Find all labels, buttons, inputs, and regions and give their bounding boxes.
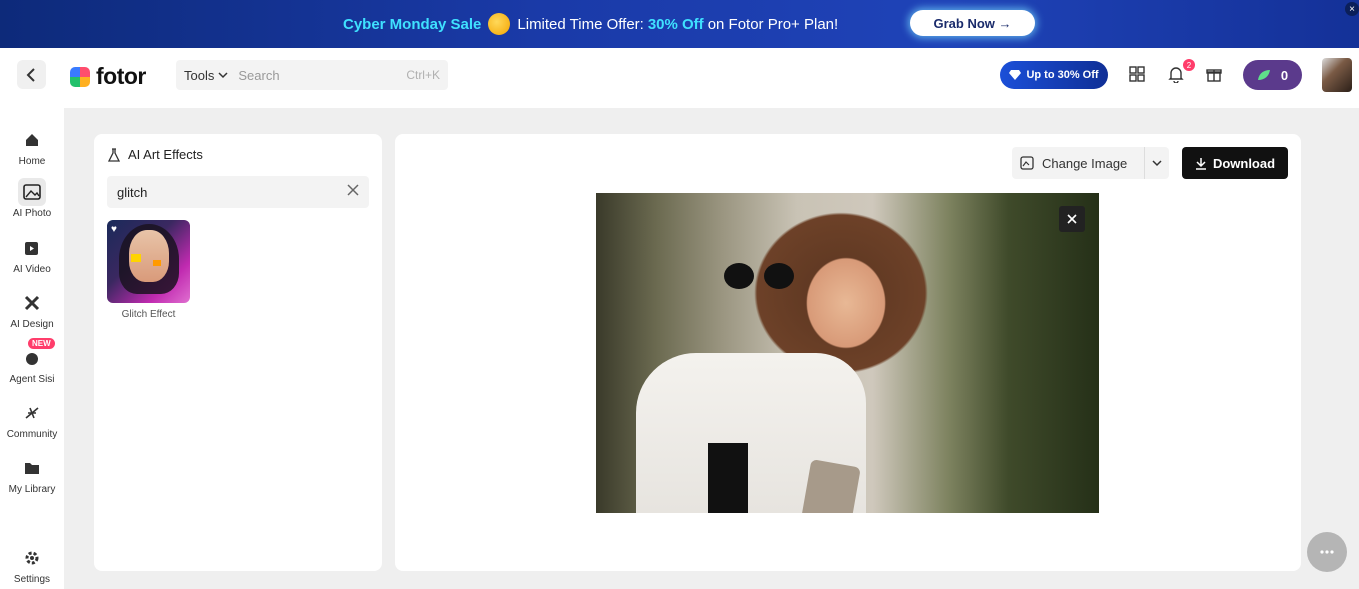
photo-phone: [801, 459, 861, 513]
back-button[interactable]: [17, 60, 46, 89]
promo-message: Cyber Monday Sale Limited Time Offer: 30…: [343, 13, 838, 35]
change-image-button[interactable]: Change Image: [1012, 147, 1144, 179]
avatar[interactable]: [1322, 58, 1352, 92]
ellipsis-icon: [1320, 550, 1334, 554]
promo-offer-suffix: on Fotor Pro+ Plan!: [707, 15, 839, 33]
change-image-label: Change Image: [1042, 155, 1128, 171]
change-image-control: Change Image: [1012, 147, 1169, 179]
thumb-glitch-block: [153, 260, 161, 266]
download-button[interactable]: Download: [1182, 147, 1288, 179]
tools-label: Tools: [184, 67, 215, 83]
sidebar-item-label: Community: [6, 429, 58, 440]
sidebar-item-label: Settings: [13, 574, 51, 585]
image-replace-icon: [1020, 156, 1034, 170]
diamond-icon: [1009, 70, 1022, 80]
change-image-dropdown[interactable]: [1144, 147, 1169, 179]
promo-offer-prefix: Limited Time Offer:: [517, 15, 644, 33]
chat-more-button[interactable]: [1307, 532, 1347, 572]
chevron-down-icon: [218, 72, 228, 79]
left-sidebar: Home AI Photo AI Video AI Design Agent S…: [0, 108, 64, 589]
tools-dropdown[interactable]: Tools: [184, 68, 228, 83]
sidebar-item-ai-design[interactable]: AI Design: [0, 289, 64, 330]
promo-banner: Cyber Monday Sale Limited Time Offer: 30…: [0, 0, 1359, 48]
panel-title: AI Art Effects: [108, 147, 203, 162]
sidebar-item-community[interactable]: Community: [0, 399, 64, 440]
flask-icon: [108, 147, 120, 162]
gift-icon[interactable]: [1203, 63, 1225, 85]
download-icon: [1195, 157, 1206, 170]
ai-video-icon: [18, 234, 46, 262]
sidebar-item-label: Agent Sisi: [9, 374, 55, 385]
credits-button[interactable]: 0: [1243, 60, 1302, 90]
download-label: Download: [1212, 155, 1276, 171]
search-shortcut: Ctrl+K: [406, 68, 440, 82]
fotor-logo[interactable]: fotor: [70, 63, 146, 90]
promo-pill-label: Up to 30% Off: [1026, 69, 1099, 81]
promo-sale-label: Cyber Monday Sale: [343, 15, 482, 33]
home-icon: [18, 126, 46, 154]
sidebar-item-label: AI Design: [10, 319, 54, 330]
panel-title-text: AI Art Effects: [128, 147, 203, 162]
effect-card-glitch[interactable]: ♥ Glitch Effect: [107, 220, 190, 320]
effects-search: [107, 176, 369, 208]
chevron-left-icon: [26, 67, 35, 82]
sidebar-item-ai-video[interactable]: AI Video: [0, 234, 64, 275]
party-emoji-icon: [488, 13, 511, 35]
chevron-down-icon: [1152, 160, 1162, 167]
fotor-logo-icon: [70, 66, 90, 87]
photo-top: [708, 443, 748, 513]
apps-grid-icon[interactable]: [1126, 63, 1148, 85]
effects-panel: AI Art Effects ♥ Glitch Effect: [94, 134, 382, 571]
search-bar: Tools Ctrl+K: [176, 60, 448, 90]
credits-count: 0: [1280, 67, 1289, 83]
top-bar: fotor Tools Ctrl+K Up to 30% Off 2 0: [0, 48, 1359, 108]
effects-search-input[interactable]: [117, 184, 327, 200]
folder-icon: [18, 454, 46, 482]
sidebar-item-label: AI Video: [13, 264, 51, 275]
search-input[interactable]: [238, 67, 389, 83]
heart-icon[interactable]: ♥: [111, 224, 117, 235]
sidebar-item-label: AI Photo: [12, 208, 52, 219]
sidebar-item-home[interactable]: Home: [0, 126, 64, 167]
remove-image-icon[interactable]: [1059, 206, 1085, 232]
logo-text: fotor: [96, 63, 146, 89]
new-badge: NEW: [28, 338, 55, 349]
effect-thumbnail[interactable]: ♥: [107, 220, 190, 303]
gear-icon: [18, 544, 46, 572]
sidebar-item-label: My Library: [8, 484, 56, 495]
grab-now-button[interactable]: Grab Now →: [910, 10, 1035, 36]
ai-photo-icon: [18, 178, 46, 206]
notification-badge: 2: [1183, 59, 1195, 71]
sidebar-item-label: Home: [18, 156, 46, 167]
thumb-glitch-block: [131, 254, 141, 262]
clear-search-icon[interactable]: [347, 183, 359, 199]
uploaded-photo[interactable]: [596, 193, 1099, 513]
sidebar-item-my-library[interactable]: My Library: [0, 454, 64, 495]
upgrade-promo-button[interactable]: Up to 30% Off: [1000, 61, 1108, 89]
ai-design-icon: [18, 289, 46, 317]
promo-offer-percent: 30% Off: [647, 15, 704, 33]
leaf-icon: [1257, 70, 1270, 80]
sidebar-item-ai-photo[interactable]: AI Photo: [0, 178, 64, 219]
community-icon: [18, 399, 46, 427]
canvas-area: Change Image Download: [395, 134, 1301, 571]
photo-sunglasses: [724, 263, 804, 291]
sidebar-item-agent-sisi[interactable]: Agent Sisi: [0, 344, 64, 385]
sidebar-item-settings[interactable]: Settings: [0, 544, 64, 585]
close-banner-icon[interactable]: ×: [1345, 2, 1359, 16]
effect-label: Glitch Effect: [121, 309, 176, 320]
